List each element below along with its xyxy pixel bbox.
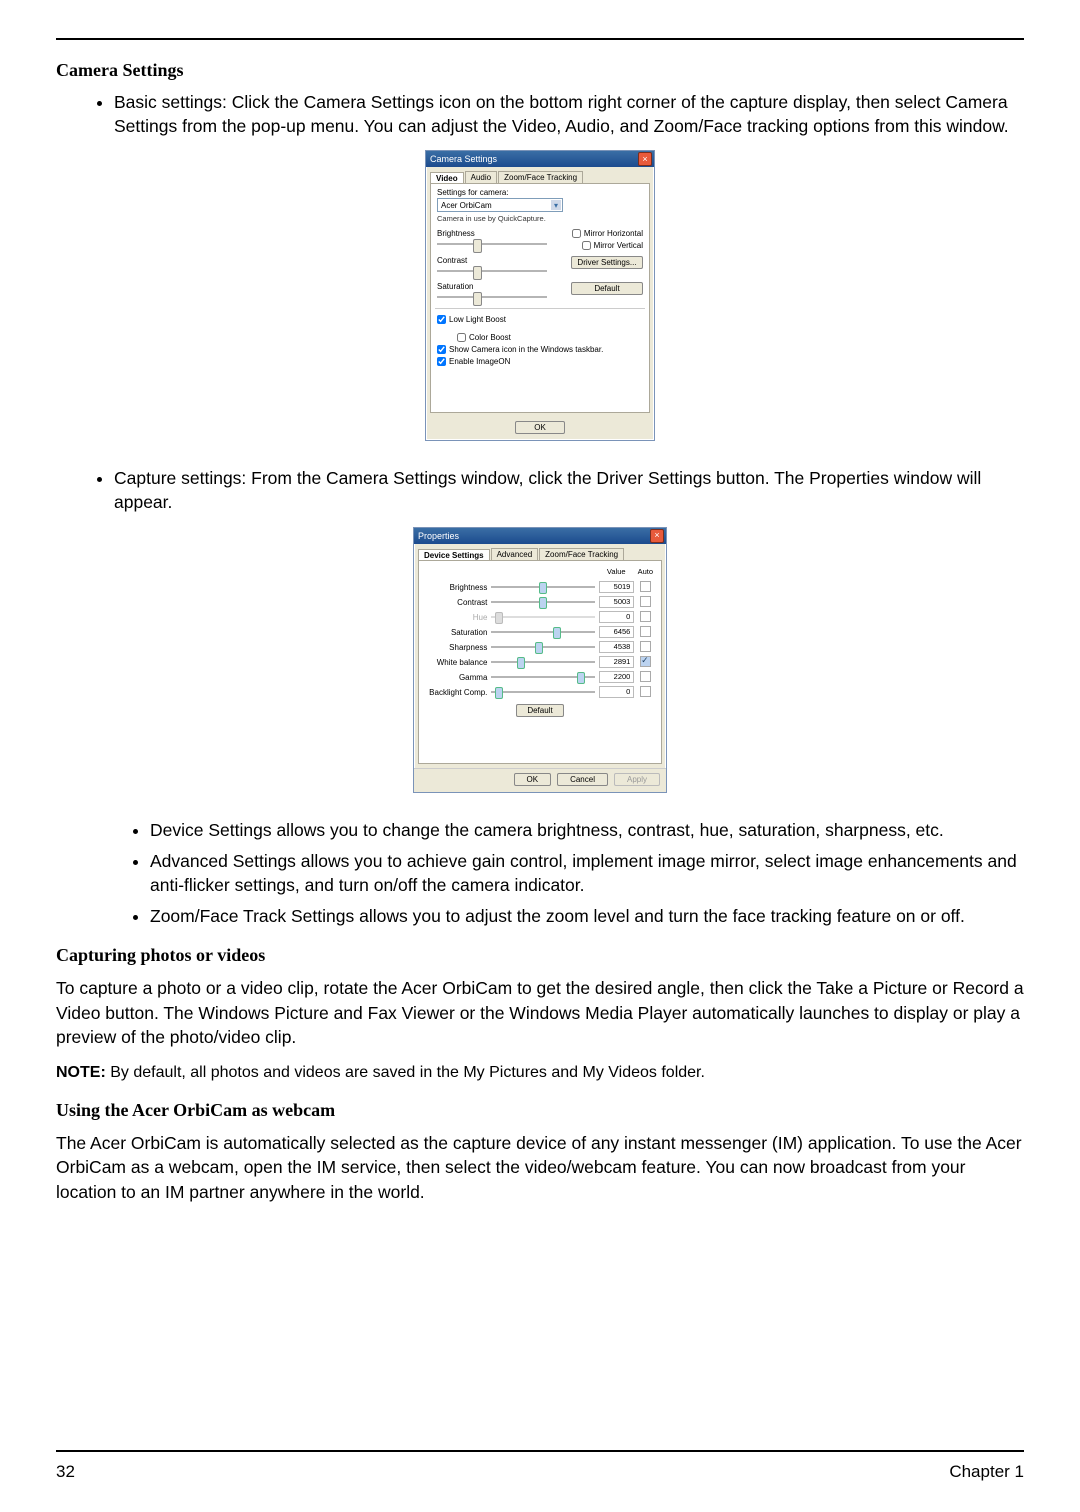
whitebalance-auto-checkbox[interactable]: [640, 656, 651, 667]
contrast-label: Contrast: [437, 256, 547, 265]
dialog-title: Properties: [418, 531, 459, 541]
hue-auto-checkbox: [640, 611, 651, 622]
page-number: 32: [56, 1462, 75, 1482]
hue-value: 0: [599, 611, 634, 623]
dialog-title: Camera Settings: [430, 154, 497, 164]
brightness-label: Brightness: [437, 229, 547, 238]
chevron-down-icon: ▾: [551, 200, 561, 210]
note-save-location: NOTE: By default, all photos and videos …: [56, 1064, 1024, 1082]
brightness-value: 5019: [599, 581, 634, 593]
properties-dialog: Properties × Device Settings Advanced Zo…: [413, 527, 667, 793]
default-button[interactable]: Default: [571, 282, 643, 295]
saturation-label: Saturation: [437, 282, 547, 291]
settings-for-label: Settings for camera:: [437, 188, 643, 197]
camera-select[interactable]: Acer OrbiCam ▾: [437, 198, 563, 212]
row-backlight-label: Backlight Comp.: [425, 685, 489, 700]
brightness-slider[interactable]: [437, 239, 547, 249]
saturation-slider[interactable]: [437, 292, 547, 302]
backlight-slider[interactable]: [491, 687, 595, 697]
camera-in-use-note: Camera in use by QuickCapture.: [437, 214, 643, 223]
column-value: Value: [607, 567, 626, 576]
contrast-slider[interactable]: [491, 597, 595, 607]
camera-select-value: Acer OrbiCam: [441, 201, 492, 210]
sharpness-slider[interactable]: [491, 642, 595, 652]
gamma-value: 2200: [599, 671, 634, 683]
camera-settings-dialog: Camera Settings × Video Audio Zoom/Face …: [425, 150, 655, 441]
tab-advanced[interactable]: Advanced: [491, 548, 539, 560]
tab-zoom-face[interactable]: Zoom/Face Tracking: [539, 548, 624, 560]
row-hue-label: Hue: [425, 610, 489, 625]
tab-zoom-face[interactable]: Zoom/Face Tracking: [498, 171, 583, 183]
whitebalance-value: 2891: [599, 656, 634, 668]
low-light-boost-checkbox[interactable]: Low Light Boost: [437, 315, 643, 324]
saturation-slider[interactable]: [491, 627, 595, 637]
row-contrast-label: Contrast: [425, 595, 489, 610]
brightness-slider[interactable]: [491, 582, 595, 592]
row-saturation-label: Saturation: [425, 625, 489, 640]
whitebalance-slider[interactable]: [491, 657, 595, 667]
row-whitebalance-label: White balance: [425, 655, 489, 670]
bullet-basic-settings: Basic settings: Click the Camera Setting…: [114, 91, 1024, 138]
heading-webcam: Using the Acer OrbiCam as webcam: [56, 1100, 1024, 1121]
backlight-auto-checkbox: [640, 686, 651, 697]
paragraph-capturing: To capture a photo or a video clip, rota…: [56, 976, 1024, 1050]
sharpness-value: 4538: [599, 641, 634, 653]
backlight-value: 0: [599, 686, 634, 698]
sharpness-auto-checkbox: [640, 641, 651, 652]
heading-camera-settings: Camera Settings: [56, 60, 1024, 81]
driver-settings-button[interactable]: Driver Settings...: [571, 256, 643, 269]
contrast-value: 5003: [599, 596, 634, 608]
color-boost-checkbox[interactable]: Color Boost: [457, 333, 643, 342]
saturation-auto-checkbox: [640, 626, 651, 637]
contrast-auto-checkbox: [640, 596, 651, 607]
chapter-label: Chapter 1: [949, 1462, 1024, 1482]
mirror-vertical-checkbox[interactable]: Mirror Vertical: [582, 241, 643, 250]
cancel-button[interactable]: Cancel: [557, 773, 608, 786]
brightness-auto-checkbox: [640, 581, 651, 592]
hue-slider: [491, 612, 595, 622]
bullet-capture-settings: Capture settings: From the Camera Settin…: [114, 467, 1024, 514]
bullet-device-settings: Device Settings allows you to change the…: [150, 819, 1024, 843]
row-sharpness-label: Sharpness: [425, 640, 489, 655]
gamma-slider[interactable]: [491, 672, 595, 682]
ok-button[interactable]: OK: [515, 421, 565, 434]
bullet-zoom-face-track: Zoom/Face Track Settings allows you to a…: [150, 905, 1024, 929]
saturation-value: 6456: [599, 626, 634, 638]
column-auto: Auto: [638, 567, 653, 576]
heading-capturing: Capturing photos or videos: [56, 945, 1024, 966]
contrast-slider[interactable]: [437, 266, 547, 276]
paragraph-webcam: The Acer OrbiCam is automatically select…: [56, 1131, 1024, 1205]
default-button[interactable]: Default: [516, 704, 563, 717]
close-icon[interactable]: ×: [638, 152, 652, 166]
close-icon[interactable]: ×: [650, 529, 664, 543]
enable-imageon-checkbox[interactable]: Enable ImageON: [437, 357, 643, 366]
apply-button[interactable]: Apply: [614, 773, 660, 786]
bullet-advanced-settings: Advanced Settings allows you to achieve …: [150, 850, 1024, 897]
mirror-horizontal-checkbox[interactable]: Mirror Horizontal: [572, 229, 643, 238]
gamma-auto-checkbox: [640, 671, 651, 682]
row-gamma-label: Gamma: [425, 670, 489, 685]
tab-audio[interactable]: Audio: [465, 171, 497, 183]
ok-button[interactable]: OK: [514, 773, 552, 786]
show-taskbar-checkbox[interactable]: Show Camera icon in the Windows taskbar.: [437, 345, 643, 354]
row-brightness-label: Brightness: [425, 580, 489, 595]
